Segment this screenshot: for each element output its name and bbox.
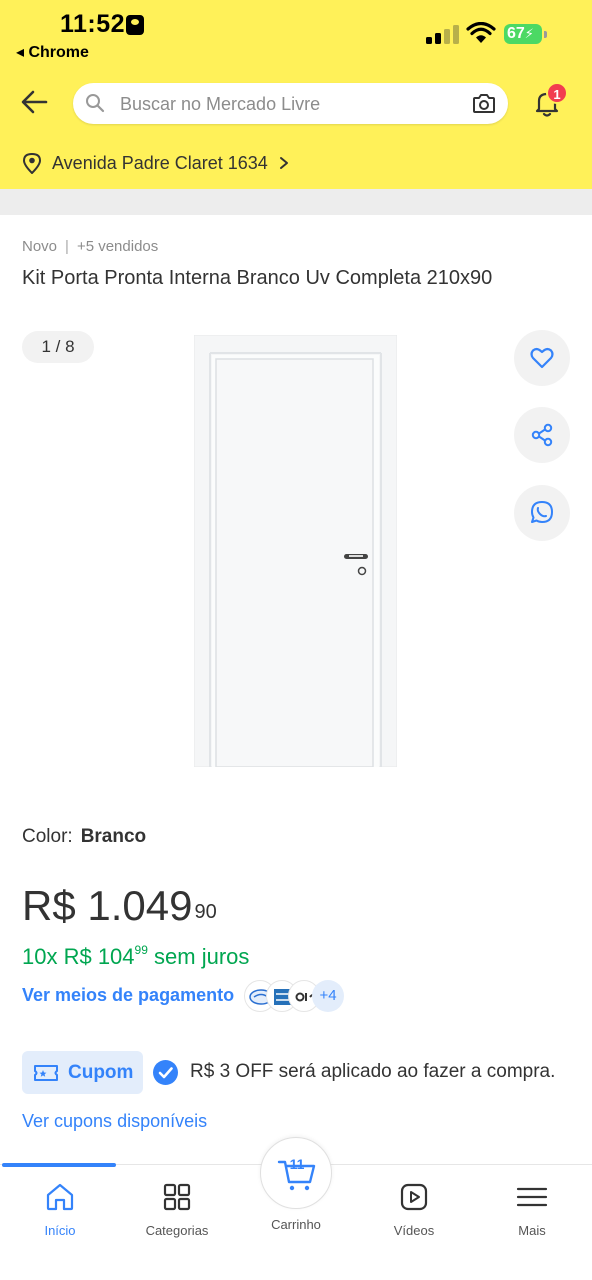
check-circle-icon: [153, 1060, 178, 1085]
installments-prefix: 10x R$ 104: [22, 944, 135, 969]
ticket-star-icon: [34, 1064, 58, 1081]
battery-indicator: 67⚡: [504, 24, 542, 44]
nav-label-videos: Vídeos: [393, 1223, 435, 1238]
chevron-right-icon: [279, 157, 288, 169]
coupon-chip[interactable]: Cupom: [22, 1051, 143, 1094]
price-cents: 90: [194, 901, 217, 923]
home-icon: [46, 1183, 74, 1211]
section-divider: [0, 189, 592, 215]
search-placeholder: Buscar no Mercado Livre: [120, 94, 321, 114]
color-label: Color:: [22, 826, 73, 847]
back-to-app-link[interactable]: ◂ Chrome: [16, 42, 89, 62]
product-price: R$ 1.049 90: [22, 880, 217, 932]
video-icon: [400, 1183, 428, 1211]
share-button[interactable]: [514, 407, 570, 463]
nav-label-categorias: Categorias: [145, 1223, 209, 1238]
nav-item-mais[interactable]: Mais: [473, 1181, 591, 1238]
more-payment-methods[interactable]: +4: [312, 980, 344, 1012]
product-image[interactable]: [194, 335, 397, 767]
payment-methods-link[interactable]: Ver meios de pagamento: [22, 985, 234, 1006]
share-icon: [531, 423, 553, 447]
cart-button[interactable]: 11: [260, 1137, 332, 1209]
nav-item-inicio[interactable]: Início: [1, 1181, 119, 1238]
color-selector[interactable]: Color: Branco: [22, 826, 146, 848]
back-arrow-icon[interactable]: [20, 88, 48, 116]
product-title: Kit Porta Pronta Interna Branco Uv Compl…: [22, 267, 493, 289]
cellular-signal-icon: [426, 22, 459, 44]
location-pin-icon: [22, 152, 42, 174]
wifi-icon: [466, 22, 496, 43]
whatsapp-share-button[interactable]: [514, 485, 570, 541]
available-coupons-link[interactable]: Ver cupons disponíveis: [22, 1111, 207, 1132]
battery-level: 67: [507, 25, 525, 42]
condition-label: Novo: [22, 238, 58, 255]
active-tab-indicator: [2, 1163, 116, 1167]
nav-item-videos[interactable]: Vídeos: [355, 1181, 473, 1238]
nav-item-categorias[interactable]: Categorias: [118, 1181, 236, 1238]
menu-icon: [516, 1187, 548, 1207]
condition-separator: |: [65, 238, 69, 255]
whatsapp-icon: [531, 501, 553, 523]
favorite-button[interactable]: [514, 330, 570, 386]
charging-icon: ⚡: [524, 26, 534, 41]
grid-icon: [163, 1183, 191, 1211]
cart-count: 11: [289, 1156, 305, 1172]
coupon-description: R$ 3 OFF será aplicado ao fazer a compra…: [190, 1061, 556, 1082]
search-input[interactable]: Buscar no Mercado Livre: [73, 83, 508, 124]
nav-label-mais: Mais: [518, 1223, 546, 1238]
nav-label-inicio: Início: [44, 1223, 76, 1238]
address-text: Avenida Padre Claret 1634: [52, 152, 268, 173]
heart-icon: [530, 347, 554, 369]
bottom-navigation: Início Categorias 11 Carrinho Vídeos Mai…: [0, 1137, 592, 1280]
camera-icon[interactable]: [472, 92, 496, 114]
delivery-address[interactable]: Avenida Padre Claret 1634: [22, 150, 290, 176]
color-value: Branco: [80, 826, 147, 847]
price-main: R$ 1.049: [22, 882, 193, 929]
installments-suffix: sem juros: [154, 944, 250, 969]
notification-badge: 1: [546, 82, 568, 104]
coupon-label: Cupom: [68, 1061, 134, 1083]
contact-card-icon: [126, 15, 144, 35]
search-icon: [86, 94, 105, 113]
sold-count: +5 vendidos: [76, 238, 159, 255]
nav-label-carrinho: Carrinho: [271, 1217, 321, 1232]
status-time: 11:52: [60, 10, 126, 38]
installments-info: 10x R$ 10499 sem juros: [22, 942, 250, 970]
app-header: 11:52 ◂ Chrome 67⚡ Buscar no Mercado Liv…: [0, 0, 592, 189]
image-counter: 1 / 8: [22, 331, 94, 363]
installments-cents: 99: [134, 942, 148, 957]
battery-tip: [544, 31, 547, 38]
product-condition: Novo | +5 vendidos: [22, 238, 158, 255]
